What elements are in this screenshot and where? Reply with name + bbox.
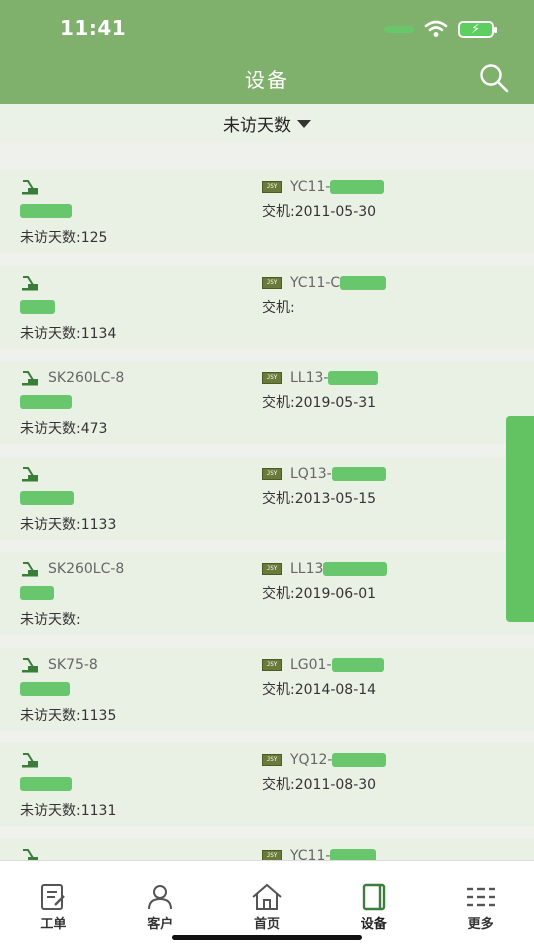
list-item[interactable]: 未访天数:1133 JSY LQ13- 交机:2013-05-15	[0, 456, 534, 540]
tab-label: 更多	[467, 917, 494, 932]
list-item[interactable]: JSY YC11-	[0, 838, 534, 861]
search-icon[interactable]	[478, 62, 510, 94]
unvisited-days: 未访天数:1134	[20, 325, 117, 342]
model-name: SK260LC-8	[48, 370, 125, 386]
sort-filter-label: 未访天数	[223, 115, 291, 136]
serial-code: YC11-	[290, 847, 331, 861]
serial-code: YC11-	[290, 179, 331, 195]
unvisited-days: 未访天数:1131	[20, 803, 117, 819]
jsy-badge-icon: JSY	[262, 372, 282, 384]
unvisited-days: 未访天数:	[20, 612, 81, 628]
delivery-date: 交机:2014-08-14	[262, 681, 377, 698]
unvisited-days: 未访天数:1135	[20, 707, 117, 724]
jsy-badge-icon: JSY	[262, 658, 282, 671]
user-icon	[148, 885, 173, 910]
redacted-block	[323, 562, 388, 576]
device-icon	[362, 883, 385, 911]
tab-label: 客户	[147, 917, 174, 932]
list-item[interactable]: 未访天数:125 JSY YC11- 交机:2011-05-30	[0, 170, 534, 253]
signal-icon	[384, 25, 414, 33]
excavator-icon	[22, 562, 38, 577]
more-icon	[466, 887, 495, 907]
status-time: 11:41	[60, 16, 127, 40]
jsy-badge-icon: JSY	[262, 754, 282, 766]
tab-more[interactable]: 更多	[427, 861, 534, 950]
redacted-block	[20, 490, 74, 505]
excavator-icon	[22, 657, 38, 672]
model-name: SK75-8	[48, 656, 98, 673]
caret-down-icon	[297, 120, 311, 128]
redacted-block	[330, 848, 377, 860]
delivery-date: 交机:2011-05-30	[262, 204, 377, 220]
redacted-block	[328, 371, 379, 385]
unvisited-days: 未访天数:125	[20, 230, 108, 246]
serial-code: YQ12-	[290, 752, 333, 768]
serial-code: LG01-	[290, 656, 332, 673]
wifi-icon	[424, 20, 448, 37]
home-indicator	[172, 935, 362, 940]
redacted-block	[330, 180, 385, 194]
sort-filter-dropdown[interactable]: 未访天数	[0, 104, 534, 142]
delivery-date: 交机:2011-08-30	[262, 777, 377, 793]
excavator-icon	[23, 848, 38, 860]
excavator-icon	[22, 466, 38, 481]
unvisited-days: 未访天数:473	[20, 421, 108, 437]
serial-code: YC11-C	[290, 274, 341, 291]
unvisited-days: 未访天数:1133	[20, 516, 117, 533]
device-list[interactable]: 未访天数:125 JSY YC11- 交机:2011-05-30 未访天数:113…	[0, 170, 534, 860]
redacted-block	[20, 299, 55, 314]
redacted-block	[20, 681, 70, 696]
page-title: 设备	[245, 68, 289, 92]
excavator-icon	[22, 371, 38, 386]
delivery-date: 交机:2019-06-01	[262, 586, 377, 602]
redacted-block	[20, 777, 72, 791]
redacted-block	[331, 657, 384, 672]
jsy-badge-icon: JSY	[262, 181, 282, 193]
serial-code: LL13-	[290, 370, 329, 386]
jsy-badge-icon: JSY	[262, 563, 282, 575]
jsy-badge-icon: JSY	[262, 276, 282, 289]
scrollbar-thumb[interactable]	[506, 416, 534, 622]
tab-work-order[interactable]: 工单	[0, 861, 107, 950]
serial-code: LQ13-	[290, 465, 332, 482]
serial-code: LL13	[290, 561, 324, 577]
jsy-badge-icon: JSY	[262, 849, 282, 860]
home-icon	[252, 883, 282, 910]
list-item[interactable]: SK75-8 未访天数:1135 JSY LG01- 交机:2014-08-14	[0, 647, 534, 731]
battery-icon: ⚡	[458, 20, 497, 38]
redacted-block	[332, 753, 387, 767]
list-item[interactable]: 未访天数:1134 JSY YC11-C 交机:	[0, 265, 534, 349]
redacted-block	[20, 395, 72, 409]
excavator-icon	[22, 275, 38, 290]
tab-label: 首页	[253, 917, 280, 932]
delivery-date: 交机:2019-05-31	[262, 395, 377, 411]
tab-label: 工单	[40, 917, 67, 932]
tab-label: 设备	[360, 917, 387, 932]
excavator-icon	[22, 753, 38, 768]
model-name: SK260LC-8	[48, 561, 125, 577]
delivery-date: 交机:	[262, 299, 295, 316]
redacted-block	[20, 586, 54, 600]
list-item[interactable]: SK260LC-8 未访天数: JSY LL13 交机:2019-06-01	[0, 552, 534, 635]
excavator-icon	[22, 180, 38, 195]
jsy-badge-icon: JSY	[262, 467, 282, 480]
app-header: 11:41 ⚡ 设备	[0, 0, 534, 104]
delivery-date: 交机:2013-05-15	[262, 490, 377, 507]
list-item[interactable]: SK260LC-8 未访天数:473 JSY LL13- 交机:2019-05-3…	[0, 361, 534, 444]
work-order-icon	[41, 884, 66, 910]
redacted-block	[340, 275, 387, 290]
redacted-block	[20, 204, 72, 218]
status-indicators: ⚡	[384, 18, 497, 40]
list-item[interactable]: 未访天数:1131 JSY YQ12- 交机:2011-08-30	[0, 743, 534, 826]
redacted-block	[331, 466, 386, 481]
